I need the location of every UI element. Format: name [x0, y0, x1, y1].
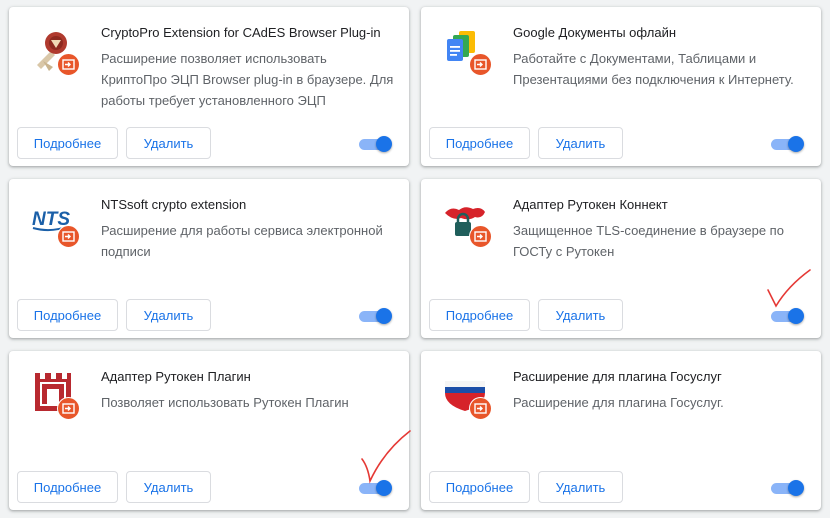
enable-toggle[interactable]: [770, 480, 804, 496]
extension-description: Расширение для работы сервиса электронно…: [101, 223, 383, 259]
remove-button[interactable]: Удалить: [126, 127, 211, 159]
enable-toggle[interactable]: [770, 308, 804, 324]
cryptopro-icon: [29, 25, 80, 76]
google-docs-icon: [441, 25, 492, 76]
gosuslugi-flag-icon: [441, 369, 492, 420]
extension-description: Позволяет использовать Рутокен Плагин: [101, 395, 349, 410]
extension-badge-icon: [57, 225, 80, 248]
extension-card-google-docs: Google Документы офлайн Работайте с Доку…: [421, 7, 821, 166]
details-button[interactable]: Подробнее: [17, 471, 118, 503]
extension-title: Google Документы офлайн: [513, 25, 677, 40]
enable-toggle[interactable]: [358, 136, 392, 152]
extension-badge-icon: [57, 397, 80, 420]
enable-toggle[interactable]: [358, 480, 392, 496]
extension-title: Адаптер Рутокен Плагин: [101, 369, 251, 384]
extension-badge-icon: [469, 225, 492, 248]
details-button[interactable]: Подробнее: [429, 471, 530, 503]
extension-description: Защищенное TLS-соединение в браузере по …: [513, 223, 784, 259]
remove-button[interactable]: Удалить: [538, 471, 623, 503]
extension-description: Расширение для плагина Госуслуг.: [513, 395, 724, 410]
enable-toggle[interactable]: [770, 136, 804, 152]
enable-toggle[interactable]: [358, 308, 392, 324]
extension-title: NTSsoft crypto extension: [101, 197, 247, 212]
rutoken-connect-icon: [441, 197, 492, 248]
extension-title: CryptoPro Extension for CAdES Browser Pl…: [101, 25, 381, 40]
extension-badge-icon: [57, 53, 80, 76]
details-button[interactable]: Подробнее: [17, 127, 118, 159]
remove-button[interactable]: Удалить: [538, 299, 623, 331]
remove-button[interactable]: Удалить: [126, 471, 211, 503]
details-button[interactable]: Подробнее: [429, 299, 530, 331]
ntssoft-logo-icon: NTS: [29, 197, 80, 248]
extension-description: Работайте с Документами, Таблицами и Пре…: [513, 51, 794, 87]
details-button[interactable]: Подробнее: [17, 299, 118, 331]
extension-title: Расширение для плагина Госуслуг: [513, 369, 722, 384]
extension-title: Адаптер Рутокен Коннект: [513, 197, 668, 212]
extension-card-gosuslugi: Расширение для плагина Госуслуг Расширен…: [421, 351, 821, 510]
rutoken-plugin-icon: [29, 369, 80, 420]
remove-button[interactable]: Удалить: [126, 299, 211, 331]
extension-card-rutoken-connect: Адаптер Рутокен Коннект Защищенное TLS-с…: [421, 179, 821, 338]
details-button[interactable]: Подробнее: [429, 127, 530, 159]
extension-description: Расширение позволяет использовать Крипто…: [101, 51, 394, 108]
extension-card-ntssoft: NTS NTSsoft crypto extension Расширение …: [9, 179, 409, 338]
extension-badge-icon: [469, 397, 492, 420]
extension-badge-icon: [469, 53, 492, 76]
remove-button[interactable]: Удалить: [538, 127, 623, 159]
extension-card-rutoken-plugin: Адаптер Рутокен Плагин Позволяет использ…: [9, 351, 409, 510]
extension-card-cryptopro: CryptoPro Extension for CAdES Browser Pl…: [9, 7, 409, 166]
